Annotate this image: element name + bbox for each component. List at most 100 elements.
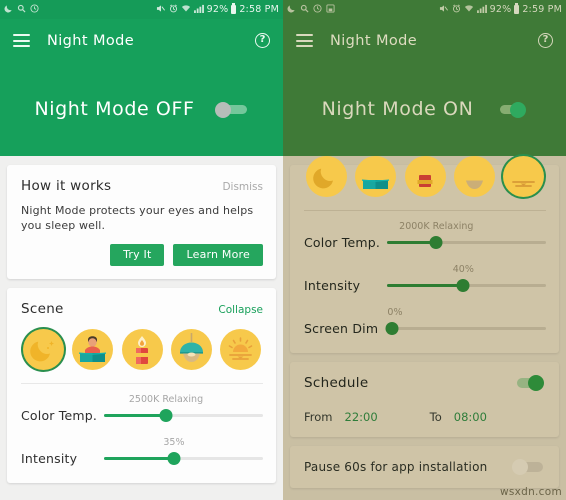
slider-label: Intensity [21,450,78,466]
clock: 2:58 PM [239,4,279,15]
toggle-knob [528,375,544,391]
schedule-times: From 22:00 To 08:00 [304,410,546,424]
night-mode-toggle[interactable] [214,101,249,118]
app-title: Night Mode [47,32,135,49]
app-bar: Night Mode ? [283,19,566,62]
color-temp-slider[interactable]: 2500K Relaxing [104,394,263,425]
watermark: wsxdn.com [499,486,562,498]
screen-night-mode-off: 92% 2:58 PM Night Mode ? Night Mode OFF … [0,0,283,500]
dismiss-button[interactable]: Dismiss [222,181,263,193]
battery-percent: 92% [206,4,229,15]
how-it-works-card: How it works Dismiss Night Mode protects… [7,165,276,279]
slider-knob[interactable] [456,279,470,292]
how-it-works-actions: Try It Learn More [21,244,263,266]
help-icon[interactable]: ? [538,33,553,48]
schedule-card: Schedule From 22:00 To 08:00 [290,362,559,437]
screen-dim-slider[interactable]: 0% [385,307,546,338]
search-icon [17,4,26,16]
slider-intensity: Intensity 35% [21,437,263,470]
call-icon [313,3,322,16]
alarm-icon [169,4,178,16]
scene-header: Scene Collapse [21,301,263,317]
schedule-toggle[interactable] [512,375,546,391]
status-bar-system: 92% 2:59 PM [439,3,562,16]
scene-item-candle[interactable] [121,329,163,370]
night-mode-hero: Night Mode ON [283,62,566,156]
intensity-slider[interactable]: 40% [387,264,546,295]
scene-item-candle[interactable] [404,156,446,197]
scene-item-lamp[interactable] [170,329,212,370]
night-mode-status-label: Night Mode ON [321,98,474,120]
to-label: To [429,410,442,424]
scene-icon-row [304,156,546,197]
hamburger-icon[interactable] [13,34,30,47]
slider-label: Color Temp. [304,234,381,250]
toggle-knob [510,101,527,118]
scene-item-sunset[interactable] [220,329,261,370]
slider-knob[interactable] [429,236,443,249]
hamburger-icon[interactable] [296,34,313,47]
night-mode-toggle[interactable] [493,101,527,118]
slider-track [387,327,546,330]
signal-icon [476,4,487,16]
status-bar-notifications [287,3,335,16]
slider-label: Color Temp. [21,407,98,423]
scene-divider [304,210,546,211]
slider-knob[interactable] [159,409,173,422]
app-title: Night Mode [330,32,418,49]
scene-title: Scene [21,301,64,317]
scene-item-reading[interactable] [72,329,114,370]
reading-scene-icon [72,329,114,370]
scene-item-moon[interactable] [23,329,64,370]
slider-intensity: Intensity 40% [304,264,546,297]
learn-more-button[interactable]: Learn More [173,244,263,266]
slider-knob[interactable] [167,452,181,465]
search-icon [300,4,309,16]
night-mode-hero: Night Mode OFF [0,62,283,156]
signal-icon [193,4,204,16]
collapse-button[interactable]: Collapse [218,304,263,316]
how-it-works-header: How it works Dismiss [21,178,263,194]
sunset-scene-icon [503,156,544,197]
slider-value-label: 2500K Relaxing [128,394,204,405]
clock: 2:59 PM [522,4,562,15]
slider-knob[interactable] [385,322,399,335]
reading-scene-icon [355,156,397,197]
slider-value-label: 35% [163,437,185,448]
slider-fill [387,284,464,287]
scene-item-lamp[interactable] [453,156,495,197]
moon-scene-icon [306,156,347,197]
color-temp-slider[interactable]: 2000K Relaxing [387,221,546,252]
intensity-slider[interactable]: 35% [104,437,263,468]
toggle-knob [512,459,528,475]
screen-night-mode-on: 92% 2:59 PM Night Mode ? Night Mode ON C… [283,0,566,500]
lamp-scene-icon [170,329,212,370]
candle-scene-icon [121,329,163,370]
wifi-icon [464,4,474,16]
to-time-value[interactable]: 08:00 [454,410,487,424]
moon-icon [287,4,296,16]
pause-toggle[interactable] [512,459,546,475]
slider-value-label: 2000K Relaxing [399,221,474,232]
scene-item-sunset[interactable] [503,156,544,197]
candle-scene-icon [404,156,446,197]
battery-icon [231,3,237,14]
from-time-value[interactable]: 22:00 [345,410,378,424]
help-icon[interactable]: ? [255,33,270,48]
toggle-knob [214,101,231,118]
battery-percent: 92% [489,4,512,15]
pause-card: Pause 60s for app installation [290,446,559,488]
status-bar: 92% 2:59 PM [283,0,566,19]
mute-icon [156,4,166,16]
schedule-header: Schedule [304,375,546,391]
slider-screen-dim: Screen Dim 0% [304,307,546,340]
schedule-title: Schedule [304,375,369,391]
scene-item-moon[interactable] [306,156,347,197]
scene-card: Color Temp. 2000K Relaxing Intensity 40% [290,156,559,353]
scene-item-reading[interactable] [355,156,397,197]
wifi-icon [181,4,191,16]
pause-label: Pause 60s for app installation [304,460,488,474]
scene-card: Scene Collapse Color Temp. 2500K Relaxin… [7,288,276,483]
try-it-button[interactable]: Try It [110,244,165,266]
slider-fill [104,457,174,460]
